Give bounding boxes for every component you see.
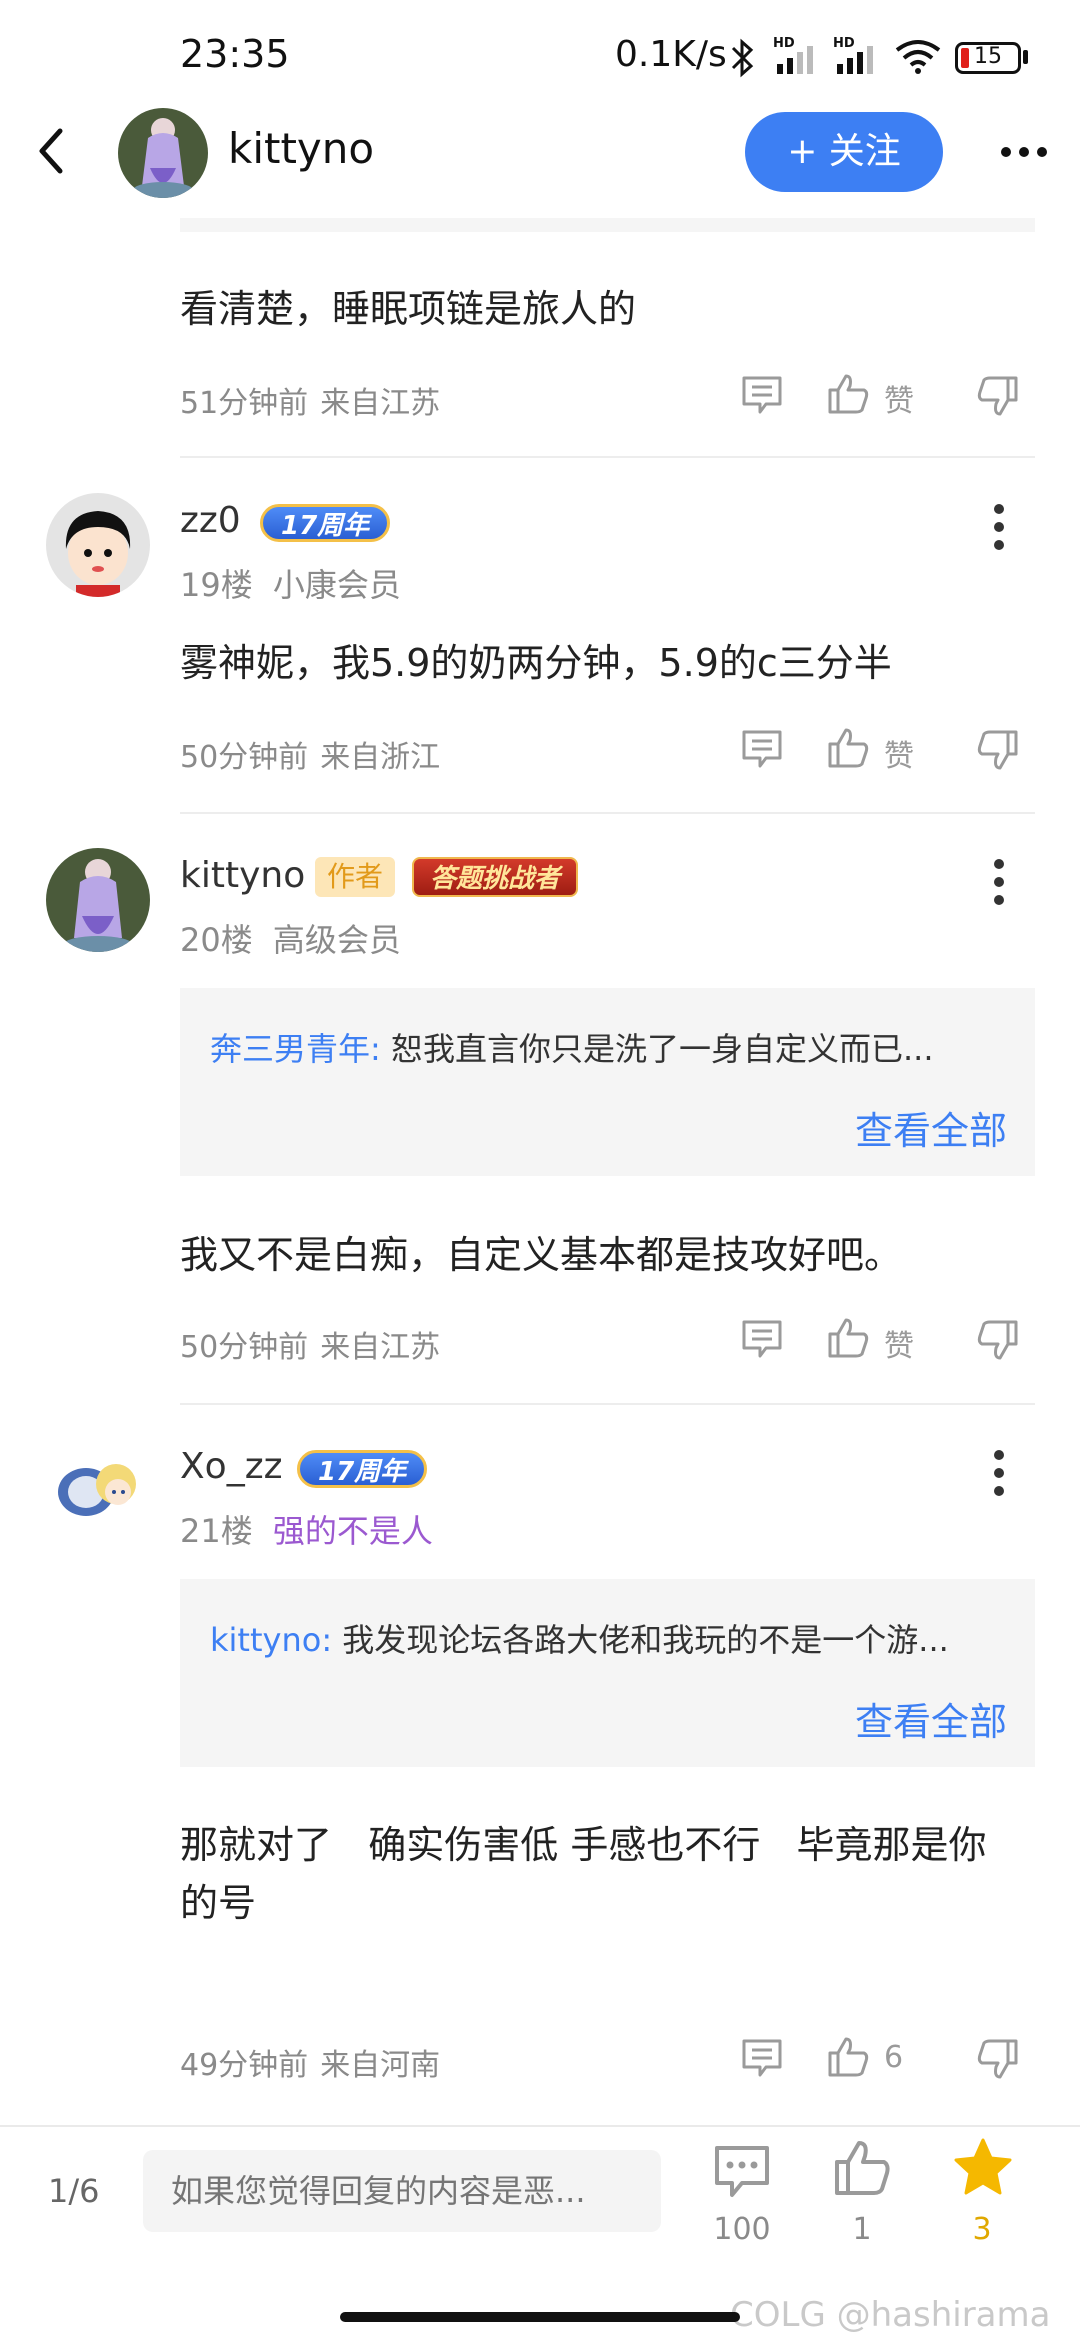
comment-meta: 49分钟前 来自河南	[180, 2040, 440, 2084]
comments-count: 100	[713, 2212, 771, 2247]
signal-icon-2	[837, 46, 873, 74]
floor-info: 20楼 高级会员	[180, 915, 401, 961]
thumb-down-icon[interactable]	[976, 374, 1020, 418]
more-icon[interactable]	[992, 1449, 1006, 1497]
wifi-icon	[895, 40, 941, 74]
bluetooth-icon	[731, 38, 754, 78]
thumb-up-icon[interactable]	[832, 2138, 892, 2198]
network-speed: 0.1K/s	[615, 34, 727, 75]
like-label[interactable]: 赞	[884, 731, 914, 775]
comment-text: 那就对了 确实伤害低 手感也不行 毕竟那是你 的号	[180, 1816, 1040, 1932]
header-username[interactable]: kittyno	[228, 124, 374, 173]
comment-icon[interactable]	[740, 374, 784, 418]
thumb-up-icon[interactable]	[826, 726, 870, 770]
reply-input[interactable]	[143, 2150, 661, 2232]
divider	[180, 1403, 1035, 1405]
avatar[interactable]	[46, 1440, 150, 1544]
thumb-up-icon[interactable]	[826, 1316, 870, 1360]
anniversary-badge: 17周年	[297, 1450, 428, 1488]
avatar[interactable]	[46, 848, 150, 952]
comment-time: 51分钟前	[180, 386, 309, 421]
status-time: 23:35	[180, 32, 290, 76]
comment-time: 50分钟前	[180, 740, 309, 775]
quote-text: 恕我直言你只是洗了一身自定义而已...	[390, 1030, 934, 1068]
username[interactable]: zz0	[180, 500, 241, 541]
comment-text: 雾神妮，我5.9的奶两分钟，5.9的c三分半	[180, 641, 892, 685]
comment-location: 来自河南	[320, 2048, 441, 2083]
comment-text: 我又不是白痴，自定义基本都是技攻好吧。	[180, 1233, 903, 1277]
quote-text: 我发现论坛各路大佬和我玩的不是一个游...	[342, 1621, 949, 1659]
like-label[interactable]: 赞	[884, 376, 914, 420]
quote-box-edge	[180, 218, 1035, 232]
thumb-down-icon[interactable]	[976, 1318, 1020, 1362]
likes-count: 1	[852, 2212, 872, 2247]
more-icon[interactable]	[992, 858, 1006, 906]
comment-icon[interactable]	[740, 1318, 784, 1362]
more-icon[interactable]	[992, 503, 1006, 551]
quote-username[interactable]: 奔三男青年:	[210, 1030, 381, 1068]
quote-box[interactable]: 奔三男青年: 恕我直言你只是洗了一身自定义而已... 查看全部	[180, 988, 1035, 1176]
thumb-down-icon[interactable]	[976, 728, 1020, 772]
floor-number: 21楼	[180, 1512, 253, 1550]
comment-meta: 50分钟前 来自江苏	[180, 1322, 440, 1366]
username[interactable]: kittyno	[180, 855, 305, 896]
member-level: 高级会员	[272, 921, 401, 959]
view-all-link[interactable]: 查看全部	[855, 1691, 1007, 1746]
battery-icon: 15	[955, 42, 1021, 74]
divider	[180, 812, 1035, 814]
floor-number: 20楼	[180, 921, 253, 959]
thumb-up-icon[interactable]	[826, 372, 870, 416]
member-level: 小康会员	[272, 566, 401, 604]
comment-meta: 50分钟前 来自浙江	[180, 732, 440, 776]
favorites-count: 3	[972, 2212, 992, 2247]
quote-username[interactable]: kittyno:	[210, 1621, 332, 1659]
comment-text: 看清楚，睡眠项链是旅人的	[180, 287, 637, 331]
star-icon[interactable]	[952, 2136, 1014, 2198]
divider	[180, 456, 1035, 458]
comment-time: 50分钟前	[180, 1330, 309, 1365]
floor-number: 19楼	[180, 566, 253, 604]
follow-button[interactable]: + 关注	[745, 112, 943, 192]
member-level: 强的不是人	[272, 1512, 433, 1550]
more-icon[interactable]	[1000, 145, 1048, 159]
floor-info: 21楼 强的不是人	[180, 1506, 433, 1552]
like-label[interactable]: 赞	[884, 1321, 914, 1365]
avatar[interactable]	[46, 493, 150, 597]
comment-text-line: 那就对了 确实伤害低 手感也不行 毕竟那是你	[180, 1823, 987, 1867]
quote-box[interactable]: kittyno: 我发现论坛各路大佬和我玩的不是一个游... 查看全部	[180, 1579, 1035, 1767]
comment-icon[interactable]	[712, 2143, 772, 2199]
floor-info: 19楼 小康会员	[180, 560, 401, 606]
status-bar: 23:35 0.1K/s HD HD 15	[0, 0, 1080, 110]
author-badge: 作者	[315, 857, 396, 897]
battery-level: 15	[974, 44, 1002, 69]
quiz-badge: 答题挑战者	[412, 857, 579, 897]
like-count[interactable]: 6	[884, 2040, 903, 2075]
comment-time: 49分钟前	[180, 2048, 309, 2083]
thumb-up-icon[interactable]	[826, 2035, 870, 2079]
back-icon[interactable]	[30, 125, 78, 177]
quote-preview: 奔三男青年: 恕我直言你只是洗了一身自定义而已...	[210, 1024, 1010, 1070]
comment-location: 来自江苏	[320, 1330, 441, 1365]
signal-icon	[777, 46, 813, 74]
quote-preview: kittyno: 我发现论坛各路大佬和我玩的不是一个游...	[210, 1615, 1010, 1661]
home-indicator[interactable]	[340, 2312, 740, 2322]
comment-location: 来自江苏	[320, 386, 441, 421]
comment-icon[interactable]	[740, 2037, 784, 2081]
view-all-link[interactable]: 查看全部	[855, 1100, 1007, 1155]
watermark: COLG @hashirama	[730, 2295, 1051, 2335]
battery-tip	[1023, 50, 1028, 64]
comment-icon[interactable]	[740, 728, 784, 772]
username[interactable]: Xo_zz	[180, 1446, 282, 1487]
comment-meta: 51分钟前 来自江苏	[180, 378, 440, 422]
page-indicator[interactable]: 1/6	[48, 2172, 100, 2210]
comment-text-line: 的号	[180, 1881, 257, 1925]
anniversary-badge: 17周年	[260, 504, 391, 542]
thumb-down-icon[interactable]	[976, 2037, 1020, 2081]
avatar[interactable]	[118, 108, 208, 198]
comment-location: 来自浙江	[320, 740, 441, 775]
